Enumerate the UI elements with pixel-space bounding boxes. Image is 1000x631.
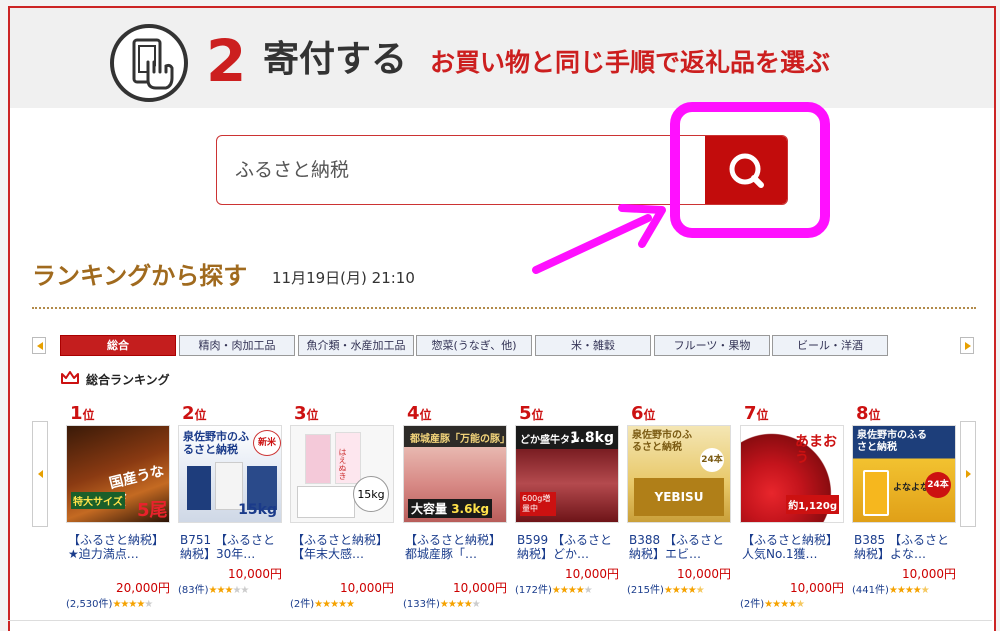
rank-label: 3位 bbox=[294, 403, 319, 424]
carousel-next-button[interactable] bbox=[960, 421, 976, 527]
rating-stars: ★★★★★ bbox=[551, 585, 593, 596]
product-name[interactable]: 【ふるさと納税】【年末大感… bbox=[292, 533, 396, 561]
ranking-title: ランキングから探す bbox=[32, 262, 248, 290]
product-price: 10,000円 bbox=[677, 567, 731, 581]
product-price: 10,000円 bbox=[453, 581, 507, 595]
product-card[interactable]: 4位 都城産豚「万能の豚」 大容量 3.6kg 【ふるさと納税】都城産豚「… 1… bbox=[403, 401, 511, 611]
product-reviews[interactable]: (2件)★★★★★ bbox=[290, 595, 355, 610]
product-name[interactable]: B388 【ふるさと納税】エビ… bbox=[629, 533, 733, 561]
rank-label: 6位 bbox=[631, 403, 656, 424]
rating-stars: ★★★★★ bbox=[439, 599, 481, 610]
tab-rice[interactable]: 米・雑穀 bbox=[535, 335, 651, 356]
carousel-prev-button[interactable] bbox=[32, 421, 48, 527]
rating-stars: ★★★★★ bbox=[764, 599, 805, 610]
tab-scroll-right-button[interactable] bbox=[960, 337, 974, 354]
rating-stars: ★★★★★ bbox=[888, 585, 930, 596]
product-price: 10,000円 bbox=[228, 567, 282, 581]
tab-seafood[interactable]: 魚介類・水産加工品 bbox=[298, 335, 414, 356]
search-input[interactable]: ふるさと納税 bbox=[235, 136, 349, 204]
product-card[interactable]: 1位 国産うなぎ 特大サイズ 5尾 【ふるさと納税】★迫力満点… 20,000円… bbox=[66, 401, 174, 611]
tab-overall[interactable]: 総合 bbox=[60, 335, 176, 356]
product-name[interactable]: 【ふるさと納税】★迫力満点… bbox=[68, 533, 172, 561]
arrow-right-icon bbox=[966, 470, 971, 478]
rank-label: 7位 bbox=[744, 403, 769, 424]
step-header: 2 寄付する お買い物と同じ手順で返礼品を選ぶ bbox=[10, 8, 994, 108]
product-image[interactable]: どか盛牛タン 1.8kg 600g増量中 bbox=[515, 425, 619, 523]
product-image[interactable]: はえぬき 15kg bbox=[290, 425, 394, 523]
tab-deli[interactable]: 惣菜(うなぎ、他) bbox=[416, 335, 532, 356]
pointer-arrow bbox=[532, 204, 666, 274]
arrow-left-icon bbox=[37, 342, 43, 350]
product-card[interactable]: 6位 泉佐野市のふるさと納税 24本 YEBISU B388 【ふるさと納税】エ… bbox=[627, 401, 735, 611]
product-card[interactable]: 8位 泉佐野市のふるさと納税 よなよな 24本 B385 【ふるさと納税】よな…… bbox=[852, 401, 960, 611]
product-price: 20,000円 bbox=[116, 581, 170, 595]
tab-fruit[interactable]: フルーツ・果物 bbox=[654, 335, 770, 356]
tab-beer[interactable]: ビール・洋酒 bbox=[772, 335, 888, 356]
product-image[interactable]: あまおう 約1,120g bbox=[740, 425, 844, 523]
step-number: 2 bbox=[206, 27, 247, 95]
product-reviews[interactable]: (215件)★★★★★ bbox=[627, 581, 705, 596]
product-card[interactable]: 3位 はえぬき 15kg 【ふるさと納税】【年末大感… 10,000円 (2件)… bbox=[290, 401, 398, 611]
ranking-section-label: 総合ランキング bbox=[86, 373, 170, 387]
rank-label: 8位 bbox=[856, 403, 881, 424]
rank-label: 5位 bbox=[519, 403, 544, 424]
arrow-right-icon bbox=[965, 342, 971, 350]
divider bbox=[32, 307, 976, 309]
crown-icon bbox=[61, 371, 79, 384]
product-name[interactable]: 【ふるさと納税】都城産豚「… bbox=[405, 533, 509, 561]
donation-panel: 2 寄付する お買い物と同じ手順で返礼品を選ぶ ふるさと納税 ランキングから探す… bbox=[8, 6, 996, 631]
product-name[interactable]: 【ふるさと納税】人気No.1獲… bbox=[742, 533, 846, 561]
product-reviews[interactable]: (2,530件)★★★★★ bbox=[66, 595, 153, 610]
step-subtitle: お買い物と同じ手順で返礼品を選ぶ bbox=[430, 48, 831, 77]
product-image[interactable]: 泉佐野市のふるさと納税 新米 15kg bbox=[178, 425, 282, 523]
product-price: 10,000円 bbox=[790, 581, 844, 595]
tab-scroll-left-button[interactable] bbox=[32, 337, 46, 354]
rating-stars: ★★★★★ bbox=[314, 599, 355, 610]
product-price: 10,000円 bbox=[565, 567, 619, 581]
product-reviews[interactable]: (441件)★★★★★ bbox=[852, 581, 930, 596]
smartphone-tap-icon bbox=[110, 24, 188, 102]
rating-stars: ★★★★★ bbox=[663, 585, 705, 596]
search-button-highlight bbox=[670, 102, 830, 238]
product-image[interactable]: 都城産豚「万能の豚」 大容量 3.6kg bbox=[403, 425, 507, 523]
tab-meat[interactable]: 精肉・肉加工品 bbox=[179, 335, 295, 356]
rank-label: 2位 bbox=[182, 403, 207, 424]
product-price: 10,000円 bbox=[340, 581, 394, 595]
product-image[interactable]: 国産うなぎ 特大サイズ 5尾 bbox=[66, 425, 170, 523]
product-price: 10,000円 bbox=[902, 567, 956, 581]
ranking-date: 11月19日(月) 21:10 bbox=[272, 269, 415, 287]
product-reviews[interactable]: (2件)★★★★★ bbox=[740, 595, 805, 610]
product-image[interactable]: 泉佐野市のふるさと納税 よなよな 24本 bbox=[852, 425, 956, 523]
product-card[interactable]: 7位 あまおう 約1,120g 【ふるさと納税】人気No.1獲… 10,000円… bbox=[740, 401, 848, 611]
rating-stars: ★★★★★ bbox=[208, 585, 250, 596]
rating-stars: ★★★★★ bbox=[112, 599, 153, 610]
product-image[interactable]: 泉佐野市のふるさと納税 24本 YEBISU bbox=[627, 425, 731, 523]
product-card[interactable]: 2位 泉佐野市のふるさと納税 新米 15kg B751 【ふるさと納税】30年…… bbox=[178, 401, 286, 611]
step-title: 寄付する bbox=[263, 39, 408, 80]
product-name[interactable]: B751 【ふるさと納税】30年… bbox=[180, 533, 284, 561]
arrow-left-icon bbox=[38, 470, 43, 478]
product-reviews[interactable]: (133件)★★★★★ bbox=[403, 595, 481, 610]
product-reviews[interactable]: (83件)★★★★★ bbox=[178, 581, 250, 596]
rank-label: 4位 bbox=[407, 403, 432, 424]
rank-label: 1位 bbox=[70, 403, 95, 424]
product-name[interactable]: B385 【ふるさと納税】よな… bbox=[854, 533, 958, 561]
product-reviews[interactable]: (172件)★★★★★ bbox=[515, 581, 593, 596]
product-card[interactable]: 5位 どか盛牛タン 1.8kg 600g増量中 B599 【ふるさと納税】どか…… bbox=[515, 401, 623, 611]
product-name[interactable]: B599 【ふるさと納税】どか… bbox=[517, 533, 621, 561]
bottom-divider bbox=[8, 620, 992, 621]
